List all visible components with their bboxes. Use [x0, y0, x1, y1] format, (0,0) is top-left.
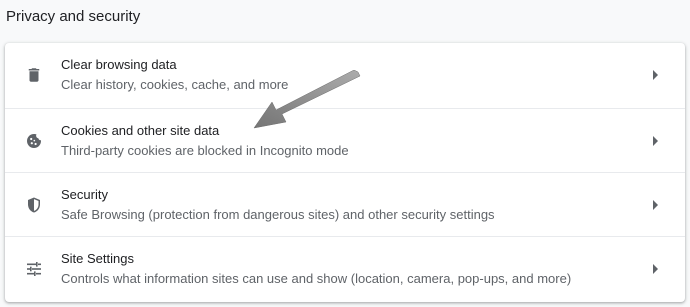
chevron-right-icon — [651, 136, 659, 146]
tune-sliders-icon — [25, 260, 43, 278]
row-sublabel: Controls what information sites can use … — [61, 271, 572, 286]
shield-icon — [25, 196, 43, 214]
privacy-security-card: Clear browsing data Clear history, cooki… — [5, 43, 685, 302]
chevron-right-icon — [651, 264, 659, 274]
site-settings-row[interactable]: Site Settings Controls what information … — [5, 236, 685, 300]
cookies-site-data-row[interactable]: Cookies and other site data Third-party … — [5, 108, 685, 172]
row-label: Clear browsing data — [61, 57, 177, 72]
row-sublabel: Clear history, cookies, cache, and more — [61, 77, 289, 92]
security-row[interactable]: Security Safe Browsing (protection from … — [5, 172, 685, 236]
row-label: Site Settings — [61, 251, 134, 266]
row-sublabel: Safe Browsing (protection from dangerous… — [61, 207, 495, 222]
clear-browsing-data-row[interactable]: Clear browsing data Clear history, cooki… — [5, 43, 685, 108]
section-title: Privacy and security — [6, 8, 141, 25]
settings-page: Privacy and security Clear browsing data… — [0, 0, 690, 307]
row-label: Cookies and other site data — [61, 123, 220, 138]
row-sublabel: Third-party cookies are blocked in Incog… — [61, 143, 349, 158]
chevron-right-icon — [651, 200, 659, 210]
chevron-right-icon — [651, 70, 659, 80]
cookie-icon — [25, 132, 43, 150]
row-label: Security — [61, 187, 108, 202]
trash-icon — [25, 66, 43, 84]
